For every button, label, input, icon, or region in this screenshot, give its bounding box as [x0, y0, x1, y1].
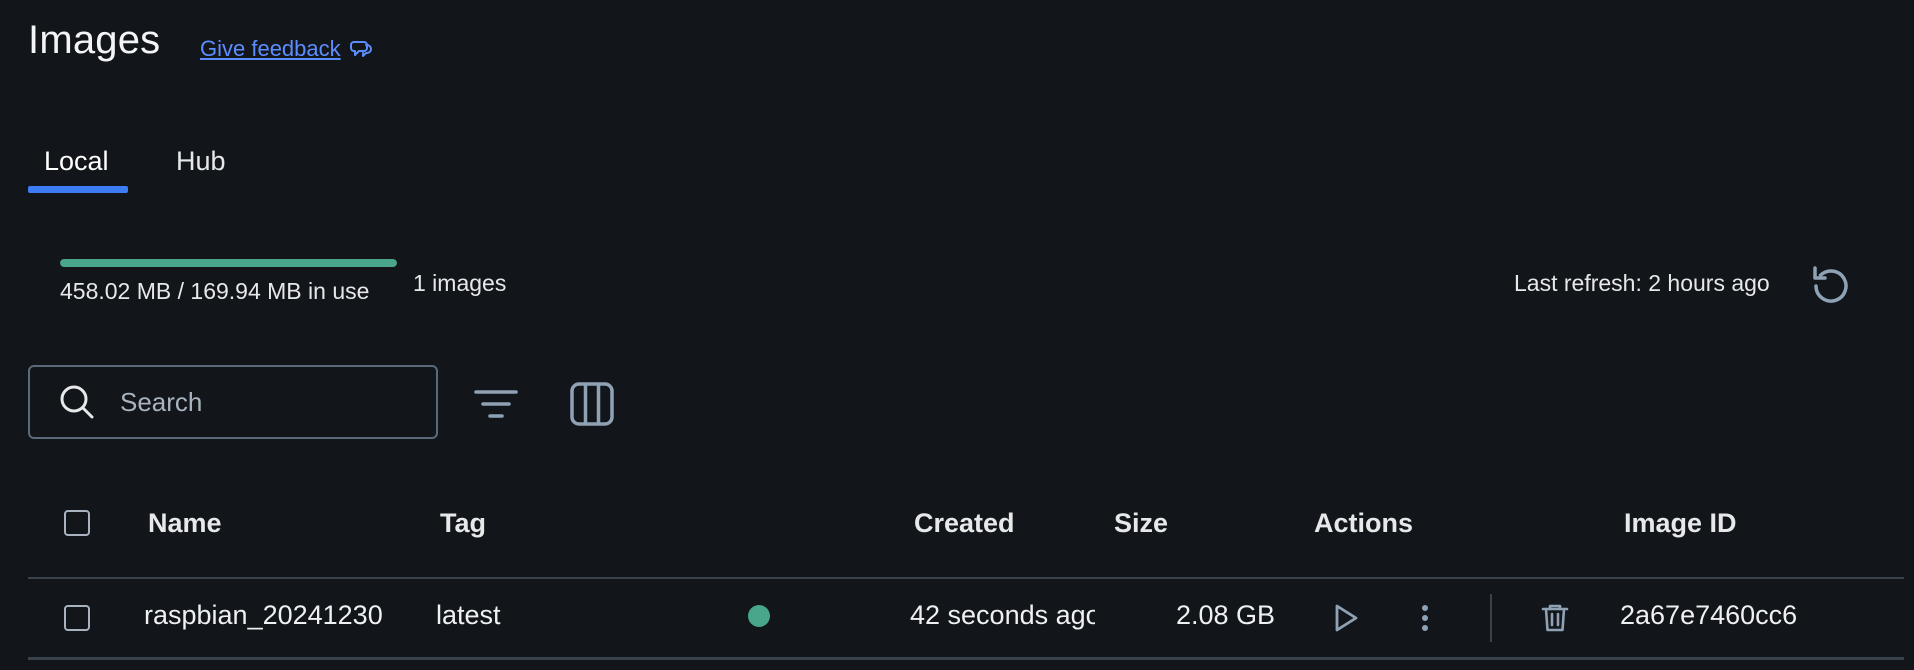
image-name[interactable]: raspbian_20241230 — [144, 600, 383, 631]
column-header-created[interactable]: Created — [914, 508, 1015, 539]
actions-separator — [1490, 594, 1492, 642]
page-title: Images — [28, 18, 161, 62]
tab-local[interactable]: Local — [44, 146, 109, 177]
image-id[interactable]: 2a67e7460cc6 — [1620, 600, 1797, 631]
column-header-name[interactable]: Name — [148, 508, 222, 539]
search-icon — [60, 385, 94, 419]
more-vertical-icon[interactable] — [1405, 598, 1445, 638]
disk-usage-bar — [60, 259, 397, 267]
column-header-image-id[interactable]: Image ID — [1624, 508, 1737, 539]
last-refresh-text: Last refresh: 2 hours ago — [1514, 270, 1770, 296]
give-feedback-label: Give feedback — [200, 36, 341, 61]
in-use-status-dot — [748, 605, 770, 627]
table-header-divider — [28, 577, 1904, 579]
tab-hub[interactable]: Hub — [176, 146, 226, 177]
disk-usage-text: 458.02 MB / 169.94 MB in use — [60, 278, 370, 304]
search-input[interactable] — [118, 385, 422, 419]
filter-icon[interactable] — [470, 378, 522, 430]
column-header-size[interactable]: Size — [1114, 508, 1168, 539]
active-tab-indicator — [28, 186, 128, 193]
image-count: 1 images — [413, 270, 507, 296]
image-tag: latest — [436, 600, 501, 630]
feedback-icon — [349, 41, 372, 57]
search-box[interactable] — [28, 365, 438, 439]
refresh-icon[interactable] — [1806, 262, 1854, 310]
column-header-actions: Actions — [1314, 508, 1414, 538]
select-all-checkbox[interactable] — [64, 510, 90, 536]
columns-icon[interactable] — [566, 378, 618, 430]
table-row-divider — [28, 657, 1904, 660]
give-feedback-link[interactable]: Give feedback — [200, 36, 373, 62]
disk-usage-bar-fill — [60, 259, 397, 267]
column-header-tag[interactable]: Tag — [440, 508, 486, 539]
image-created: 42 seconds ago — [910, 600, 1095, 630]
image-size: 2.08 GB — [1176, 600, 1276, 630]
play-icon[interactable] — [1325, 598, 1365, 638]
row-select-checkbox[interactable] — [64, 605, 90, 631]
trash-icon[interactable] — [1535, 598, 1575, 638]
